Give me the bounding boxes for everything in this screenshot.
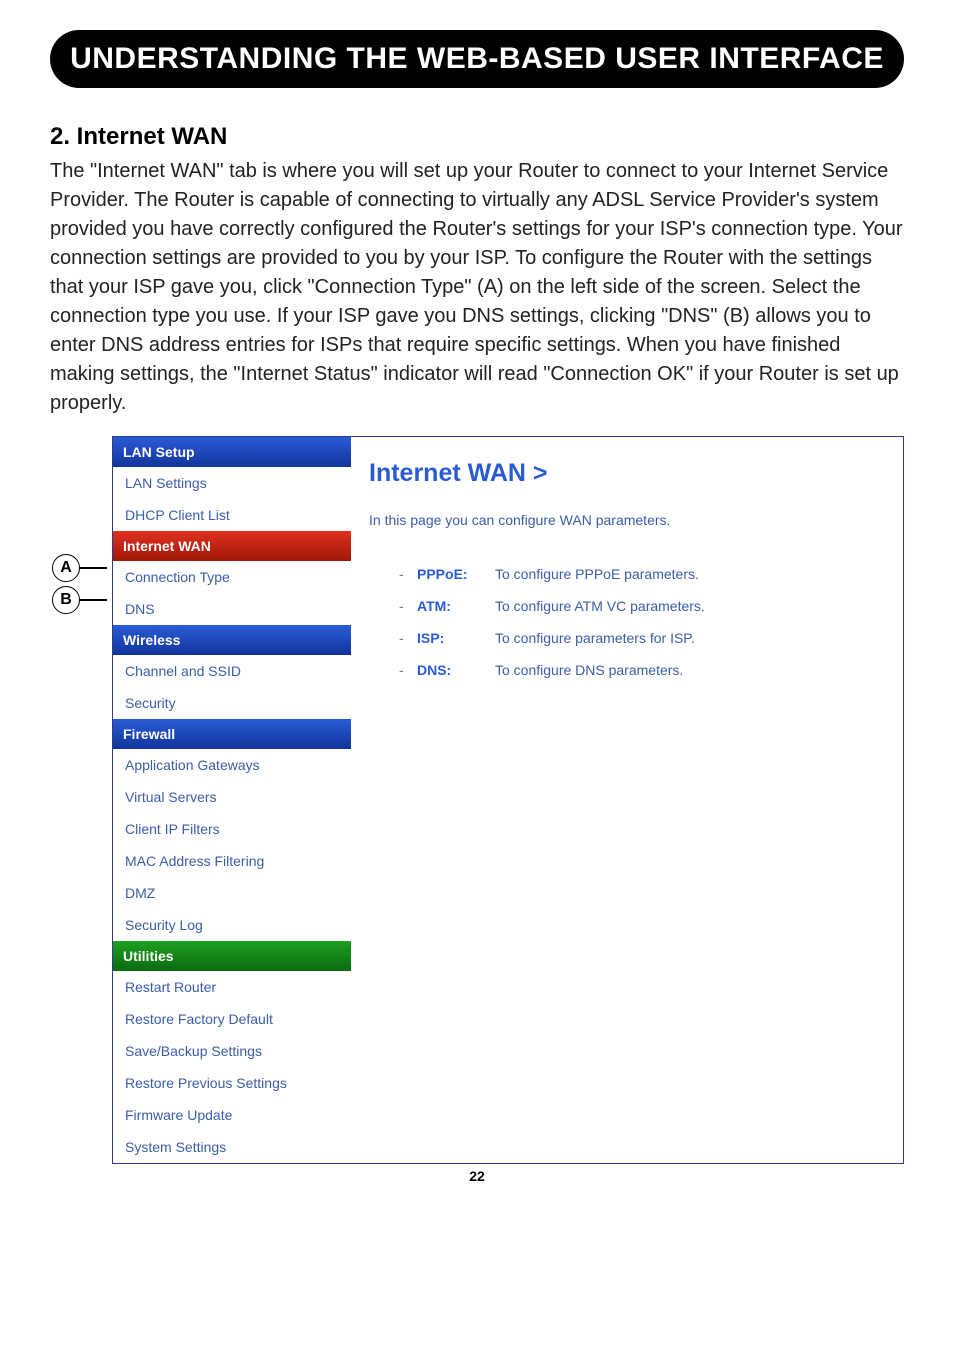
figure: A B LAN Setup LAN Settings DHCP Client L…	[60, 436, 904, 1164]
nav-item-security-log[interactable]: Security Log	[113, 909, 351, 941]
option-list: - PPPoE: To configure PPPoE parameters. …	[369, 558, 889, 686]
nav-item-save-backup-settings[interactable]: Save/Backup Settings	[113, 1035, 351, 1067]
option-label: ISP:	[417, 630, 495, 646]
nav-item-application-gateways[interactable]: Application Gateways	[113, 749, 351, 781]
nav-item-dns[interactable]: DNS	[113, 593, 351, 625]
nav-item-mac-address-filtering[interactable]: MAC Address Filtering	[113, 845, 351, 877]
nav-item-firmware-update[interactable]: Firmware Update	[113, 1099, 351, 1131]
nav-item-dmz[interactable]: DMZ	[113, 877, 351, 909]
main-panel: Internet WAN > In this page you can conf…	[351, 437, 903, 1163]
option-desc: To configure ATM VC parameters.	[495, 598, 889, 614]
dash-icon: -	[399, 566, 417, 582]
nav-header-firewall[interactable]: Firewall	[113, 719, 351, 749]
dash-icon: -	[399, 662, 417, 678]
nav-item-channel-and-ssid[interactable]: Channel and SSID	[113, 655, 351, 687]
sidebar: LAN Setup LAN Settings DHCP Client List …	[113, 437, 351, 1163]
callout-a-label: A	[52, 554, 80, 582]
nav-item-restore-factory-default[interactable]: Restore Factory Default	[113, 1003, 351, 1035]
option-pppoe[interactable]: - PPPoE: To configure PPPoE parameters.	[399, 558, 889, 590]
option-label: ATM:	[417, 598, 495, 614]
nav-item-lan-settings[interactable]: LAN Settings	[113, 467, 351, 499]
option-dns[interactable]: - DNS: To configure DNS parameters.	[399, 654, 889, 686]
page-number: 22	[50, 1168, 904, 1184]
callout-b-label: B	[52, 586, 80, 614]
nav-header-wireless[interactable]: Wireless	[113, 625, 351, 655]
dash-icon: -	[399, 598, 417, 614]
callout-a: A	[52, 554, 80, 582]
nav-item-system-settings[interactable]: System Settings	[113, 1131, 351, 1163]
dash-icon: -	[399, 630, 417, 646]
nav-item-dhcp-client-list[interactable]: DHCP Client List	[113, 499, 351, 531]
nav-header-internet-wan[interactable]: Internet WAN	[113, 531, 351, 561]
body-paragraph: The "Internet WAN" tab is where you will…	[50, 157, 904, 418]
main-subtitle: In this page you can configure WAN param…	[369, 512, 889, 558]
option-label: PPPoE:	[417, 566, 495, 582]
option-desc: To configure parameters for ISP.	[495, 630, 889, 646]
nav-header-utilities[interactable]: Utilities	[113, 941, 351, 971]
option-isp[interactable]: - ISP: To configure parameters for ISP.	[399, 622, 889, 654]
nav-item-restore-previous-settings[interactable]: Restore Previous Settings	[113, 1067, 351, 1099]
callout-b: B	[52, 586, 80, 614]
nav-header-lan-setup[interactable]: LAN Setup	[113, 437, 351, 467]
option-label: DNS:	[417, 662, 495, 678]
option-desc: To configure DNS parameters.	[495, 662, 889, 678]
nav-item-connection-type[interactable]: Connection Type	[113, 561, 351, 593]
section-heading: 2. Internet WAN	[50, 123, 904, 151]
nav-item-virtual-servers[interactable]: Virtual Servers	[113, 781, 351, 813]
option-atm[interactable]: - ATM: To configure ATM VC parameters.	[399, 590, 889, 622]
page-banner: UNDERSTANDING THE WEB-BASED USER INTERFA…	[50, 30, 904, 88]
option-desc: To configure PPPoE parameters.	[495, 566, 889, 582]
nav-item-security[interactable]: Security	[113, 687, 351, 719]
nav-item-client-ip-filters[interactable]: Client IP Filters	[113, 813, 351, 845]
router-ui-screenshot: LAN Setup LAN Settings DHCP Client List …	[112, 436, 904, 1164]
nav-item-restart-router[interactable]: Restart Router	[113, 971, 351, 1003]
main-title: Internet WAN >	[369, 449, 889, 512]
